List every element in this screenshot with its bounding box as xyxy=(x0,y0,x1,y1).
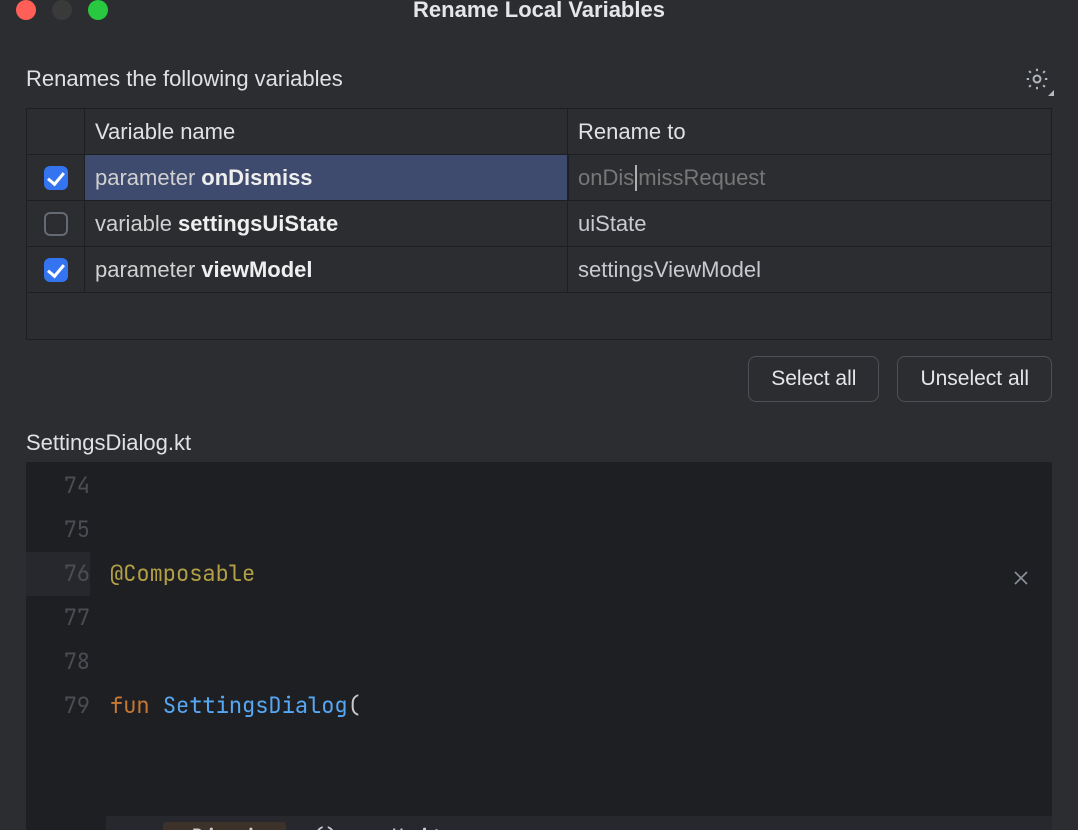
variable-ident: onDismiss xyxy=(201,165,312,191)
column-rename-to[interactable]: Rename to xyxy=(568,109,1051,154)
variable-kind: variable xyxy=(95,211,172,237)
minimize-window-icon[interactable] xyxy=(52,0,72,20)
table-row[interactable]: parameter onDismiss onDismissRequest xyxy=(27,155,1051,201)
gear-icon xyxy=(1024,66,1050,92)
close-window-icon[interactable] xyxy=(16,0,36,20)
variable-kind: parameter xyxy=(95,257,195,283)
window-title: Rename Local Variables xyxy=(0,0,1078,23)
variable-ident: settingsUiState xyxy=(178,211,338,237)
select-all-button[interactable]: Select all xyxy=(748,356,879,402)
titlebar: Rename Local Variables xyxy=(0,0,1078,20)
dialog-window: Rename Local Variables Renames the follo… xyxy=(0,0,1078,830)
highlighted-identifier: onDismiss xyxy=(163,822,286,830)
rename-cell[interactable]: uiState xyxy=(568,201,1051,246)
row-checkbox[interactable] xyxy=(44,258,68,282)
dismiss-hint-icon[interactable] xyxy=(1012,558,1030,602)
subheader-row: Renames the following variables xyxy=(26,64,1052,94)
code-preview: 74 75 76 77 78 79 @Composable fun Settin… xyxy=(26,462,1052,830)
file-name-label: SettingsDialog.kt xyxy=(26,430,1052,456)
variable-kind: parameter xyxy=(95,165,195,191)
variable-ident: viewModel xyxy=(201,257,312,283)
variables-table: Variable name Rename to parameter onDism… xyxy=(26,108,1052,340)
unselect-all-button[interactable]: Unselect all xyxy=(897,356,1052,402)
rename-cell[interactable]: settingsViewModel xyxy=(568,247,1051,292)
window-controls xyxy=(16,0,108,20)
table-header: Variable name Rename to xyxy=(27,109,1051,155)
table-row[interactable]: variable settingsUiState uiState xyxy=(27,201,1051,247)
row-checkbox[interactable] xyxy=(44,166,68,190)
table-row[interactable]: parameter viewModel settingsViewModel xyxy=(27,247,1051,293)
gutter: 74 75 76 77 78 79 xyxy=(26,462,106,830)
subheader-text: Renames the following variables xyxy=(26,66,343,92)
text-caret xyxy=(635,165,637,191)
column-variable-name[interactable]: Variable name xyxy=(85,109,568,154)
code-body[interactable]: @Composable fun SettingsDialog( onDismis… xyxy=(106,462,1052,830)
zoom-window-icon[interactable] xyxy=(88,0,108,20)
rename-input[interactable]: onDismissRequest xyxy=(568,155,1051,200)
table-empty-area xyxy=(27,293,1051,339)
row-checkbox[interactable] xyxy=(44,212,68,236)
settings-button[interactable] xyxy=(1022,64,1052,94)
